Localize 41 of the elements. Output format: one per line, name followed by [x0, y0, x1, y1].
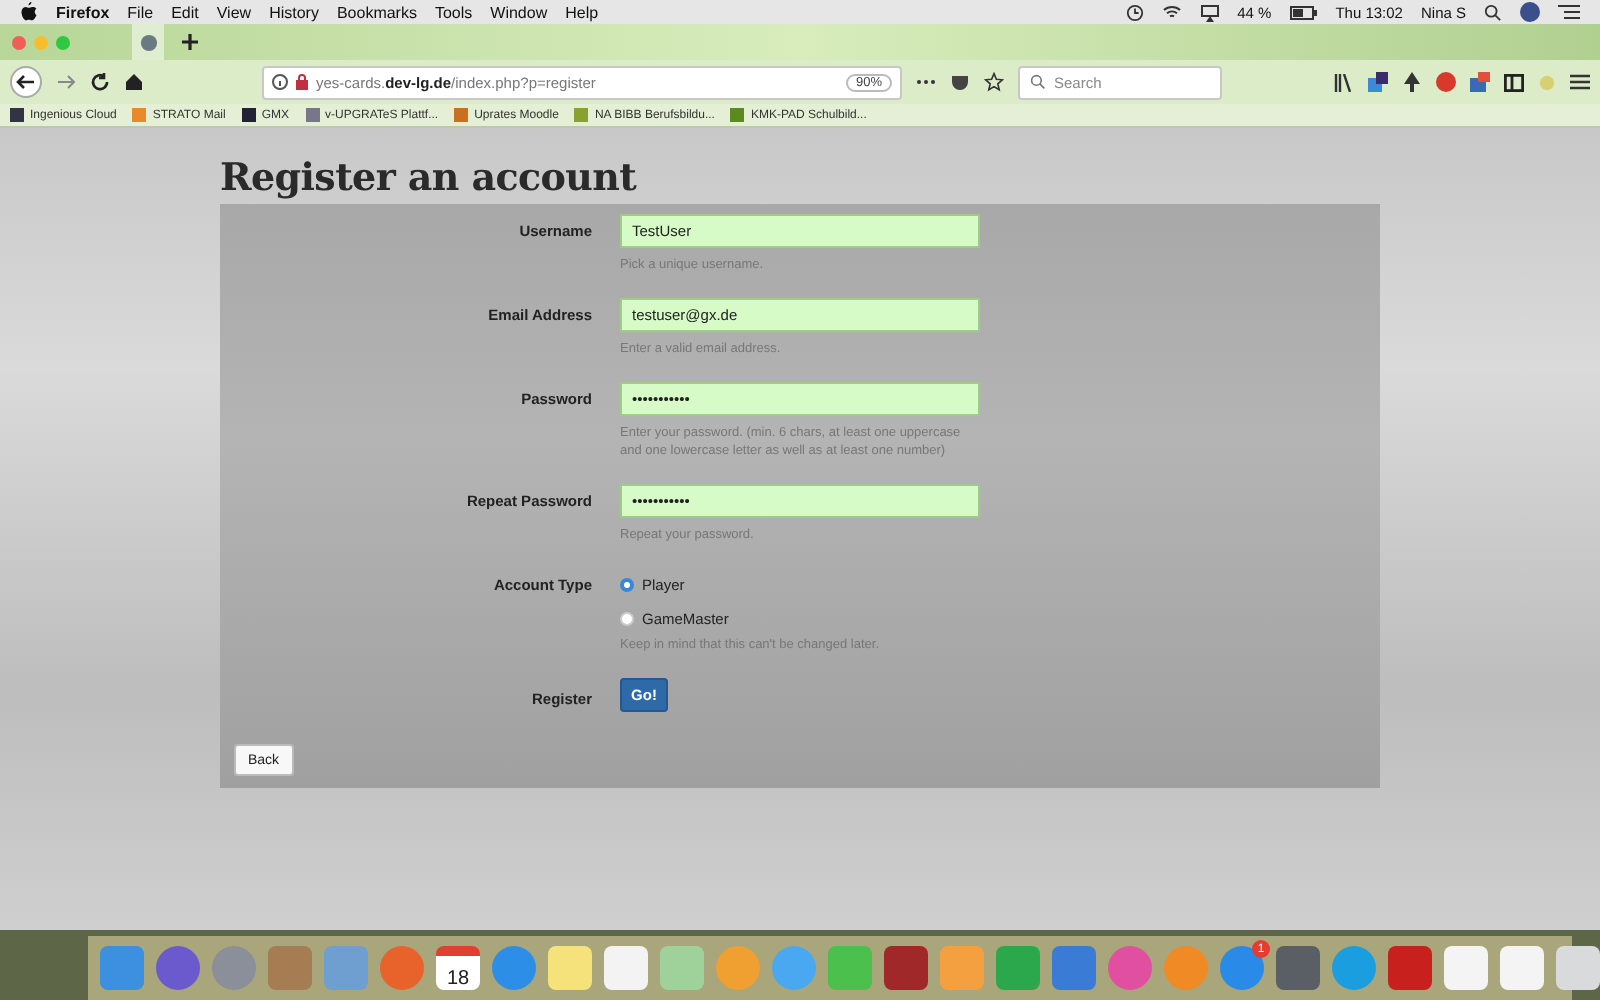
menu-item[interactable]: History: [269, 3, 319, 21]
battery-icon[interactable]: [1289, 5, 1318, 19]
extension-icon[interactable]: [1402, 72, 1422, 92]
forward-arrow-icon[interactable]: [56, 72, 76, 92]
star-icon[interactable]: [984, 72, 1004, 92]
menu-item[interactable]: Help: [565, 3, 599, 21]
more-icon[interactable]: [916, 78, 936, 86]
calendar-icon[interactable]: 18: [436, 946, 480, 990]
menu-item[interactable]: File: [127, 3, 154, 21]
extension-icon[interactable]: [1470, 72, 1490, 92]
search-icon: [1030, 74, 1046, 90]
menu-item[interactable]: Firefox: [56, 3, 110, 21]
radio-button[interactable]: [620, 577, 634, 591]
radio-button[interactable]: [620, 611, 634, 625]
menu-item[interactable]: Bookmarks: [336, 3, 417, 21]
close-icon[interactable]: [12, 35, 26, 49]
sidebar-icon[interactable]: [1504, 73, 1524, 91]
airplay-icon[interactable]: [1199, 3, 1220, 21]
extension-icon[interactable]: [1368, 72, 1388, 92]
library-icon[interactable]: [1334, 73, 1354, 91]
apple-icon[interactable]: [20, 2, 38, 22]
list-icon[interactable]: [1558, 4, 1580, 20]
wifi-icon[interactable]: [1161, 4, 1182, 20]
menu-item[interactable]: View: [216, 3, 252, 21]
clock-icon[interactable]: [1125, 3, 1144, 21]
info-icon: [272, 74, 288, 90]
lock-icon: [294, 74, 310, 90]
browser-tab[interactable]: [132, 24, 164, 60]
avatar-icon[interactable]: [1520, 2, 1540, 22]
maximize-icon[interactable]: [56, 35, 70, 49]
plus-icon[interactable]: [180, 32, 200, 52]
reload-icon[interactable]: [90, 72, 110, 92]
menu-icon[interactable]: [1570, 74, 1590, 90]
menu-item[interactable]: Window: [490, 3, 548, 21]
page-title: Register an account: [220, 156, 639, 200]
search-icon[interactable]: [1484, 3, 1502, 21]
document-icon[interactable]: [1500, 946, 1544, 990]
menu-item[interactable]: Edit: [171, 3, 199, 21]
document-icon[interactable]: [1444, 946, 1488, 990]
menu-item[interactable]: Tools: [434, 3, 473, 21]
home-icon[interactable]: [124, 72, 144, 92]
